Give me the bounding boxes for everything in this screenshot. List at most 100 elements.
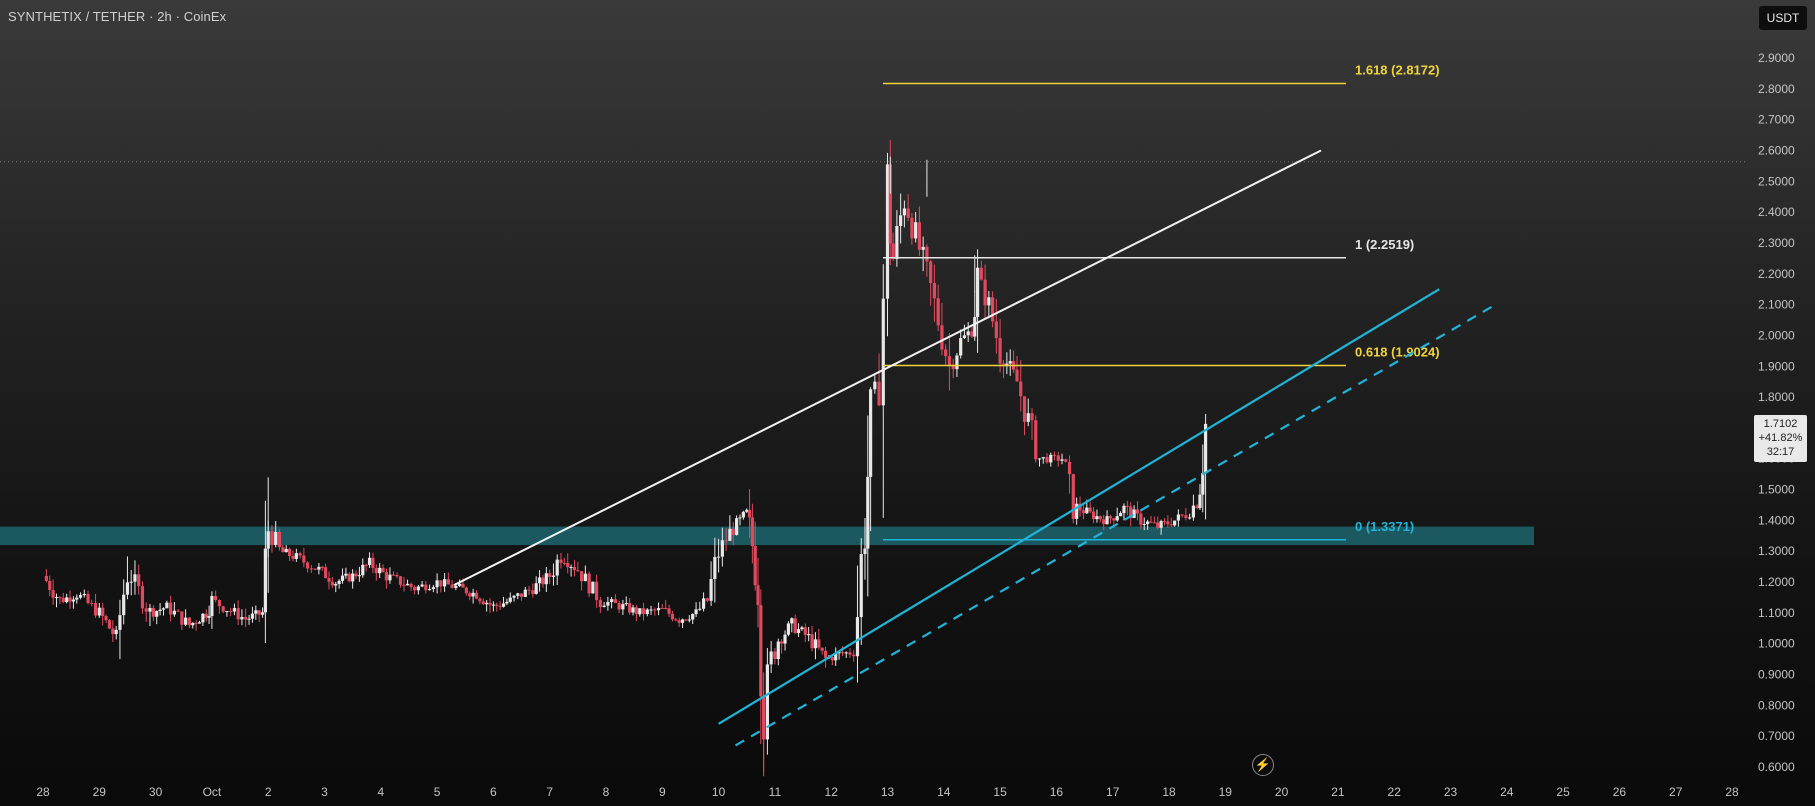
candle-body bbox=[1037, 458, 1042, 460]
candle-body bbox=[753, 546, 757, 586]
candle-body bbox=[720, 540, 724, 557]
candle-body bbox=[97, 607, 101, 616]
candle-body bbox=[1095, 516, 1099, 520]
candle-body bbox=[172, 610, 176, 615]
candle-body bbox=[645, 609, 649, 615]
candle-body bbox=[118, 615, 122, 630]
candle-body bbox=[973, 317, 977, 337]
candle-body bbox=[236, 608, 240, 620]
candle-body bbox=[947, 356, 952, 366]
y-tick-label: 0.7000 bbox=[1758, 729, 1795, 743]
candle-body bbox=[367, 557, 372, 565]
candle-body bbox=[309, 568, 313, 570]
candle-body bbox=[1152, 522, 1156, 524]
candle-body bbox=[327, 578, 331, 582]
candle-body bbox=[93, 603, 98, 616]
candle-body bbox=[891, 243, 895, 260]
candle-body bbox=[587, 573, 591, 594]
x-tick-label: 10 bbox=[712, 785, 726, 799]
candle-body bbox=[48, 580, 52, 591]
candle-body bbox=[90, 602, 94, 604]
candle-body bbox=[402, 584, 406, 586]
x-tick-label: 3 bbox=[321, 785, 328, 799]
x-tick-label: 6 bbox=[490, 785, 497, 799]
candle-body bbox=[468, 593, 472, 597]
candle-body bbox=[660, 608, 664, 610]
candle-body bbox=[68, 597, 72, 602]
y-tick-label: 1.2000 bbox=[1758, 575, 1795, 589]
candle-body bbox=[925, 246, 929, 262]
candle-body bbox=[458, 583, 462, 586]
candle-body bbox=[491, 604, 495, 606]
last-price-value: 1.7102 bbox=[1763, 418, 1798, 430]
candle-body bbox=[606, 601, 610, 606]
candle-body bbox=[416, 586, 420, 591]
candle-body bbox=[537, 577, 542, 584]
candle-body bbox=[464, 587, 468, 594]
candle-body bbox=[148, 607, 152, 612]
candle-body bbox=[204, 613, 208, 618]
candle-body bbox=[1056, 455, 1060, 461]
candle-body bbox=[176, 610, 180, 612]
candle-body bbox=[420, 584, 424, 587]
y-tick-label: 1.3000 bbox=[1758, 544, 1795, 558]
candle-body bbox=[527, 589, 531, 591]
candle-body bbox=[337, 580, 341, 584]
candle-body bbox=[691, 613, 695, 620]
candle-body bbox=[595, 581, 599, 601]
candle-body bbox=[229, 611, 233, 613]
lightning-icon[interactable]: ⚡ bbox=[1252, 754, 1274, 776]
candle-body bbox=[551, 575, 556, 577]
candle-body bbox=[161, 608, 166, 610]
x-tick-label: 30 bbox=[149, 785, 163, 799]
candle-body bbox=[1102, 519, 1106, 525]
candle-body bbox=[910, 217, 914, 239]
candle-body bbox=[324, 567, 328, 579]
candle-body bbox=[566, 562, 570, 568]
candle-body bbox=[698, 608, 702, 610]
candle-body bbox=[1180, 514, 1184, 516]
chart-stage[interactable]: SYNTHETIX / TETHER · 2h · CoinEx USDT 2.… bbox=[0, 0, 1815, 806]
candle-body bbox=[357, 575, 362, 577]
candle-body bbox=[929, 261, 933, 284]
candle-body bbox=[906, 208, 910, 218]
candle-body bbox=[191, 622, 195, 626]
candle-body bbox=[634, 607, 639, 615]
candle-body bbox=[852, 654, 856, 657]
candle-body bbox=[78, 595, 83, 598]
candle-body bbox=[940, 325, 944, 350]
candle-body bbox=[474, 592, 479, 599]
candle-body bbox=[481, 601, 485, 605]
y-tick-label: 2.3000 bbox=[1758, 236, 1795, 250]
candle-body bbox=[813, 639, 818, 649]
candle-body bbox=[244, 616, 248, 620]
candle-body bbox=[140, 586, 145, 609]
candle-body bbox=[664, 608, 668, 610]
candle-body bbox=[534, 583, 538, 594]
y-tick-label: 2.9000 bbox=[1758, 51, 1795, 65]
x-tick-label: 11 bbox=[769, 785, 782, 799]
candle-body bbox=[75, 597, 79, 600]
candle-body bbox=[1201, 473, 1205, 495]
candle-body bbox=[207, 616, 211, 618]
candlestick-chart[interactable]: 2.9000 2.8000 2.7000 2.6000 2.5000 2.4000 2.30… bbox=[0, 0, 1815, 806]
candle-body bbox=[1098, 516, 1102, 520]
candle-body bbox=[724, 540, 728, 542]
candle-body bbox=[555, 559, 559, 576]
candle-body bbox=[291, 556, 295, 559]
candle-body bbox=[983, 279, 987, 306]
candle-body bbox=[427, 589, 432, 591]
candle-body bbox=[613, 599, 617, 604]
candle-body bbox=[572, 566, 577, 571]
last-price-tag: 1.7102 +41.82% 32:17 bbox=[1754, 415, 1807, 462]
x-tick-label: 22 bbox=[1388, 785, 1402, 799]
candle-body bbox=[169, 602, 173, 615]
candle-body bbox=[194, 622, 198, 624]
candle-body bbox=[756, 585, 760, 606]
candle-body bbox=[559, 559, 563, 563]
candle-body bbox=[54, 597, 59, 599]
candle-body bbox=[830, 657, 834, 661]
blue-trendline bbox=[718, 288, 1440, 725]
candle-body bbox=[1088, 507, 1092, 512]
candle-body bbox=[921, 246, 925, 250]
